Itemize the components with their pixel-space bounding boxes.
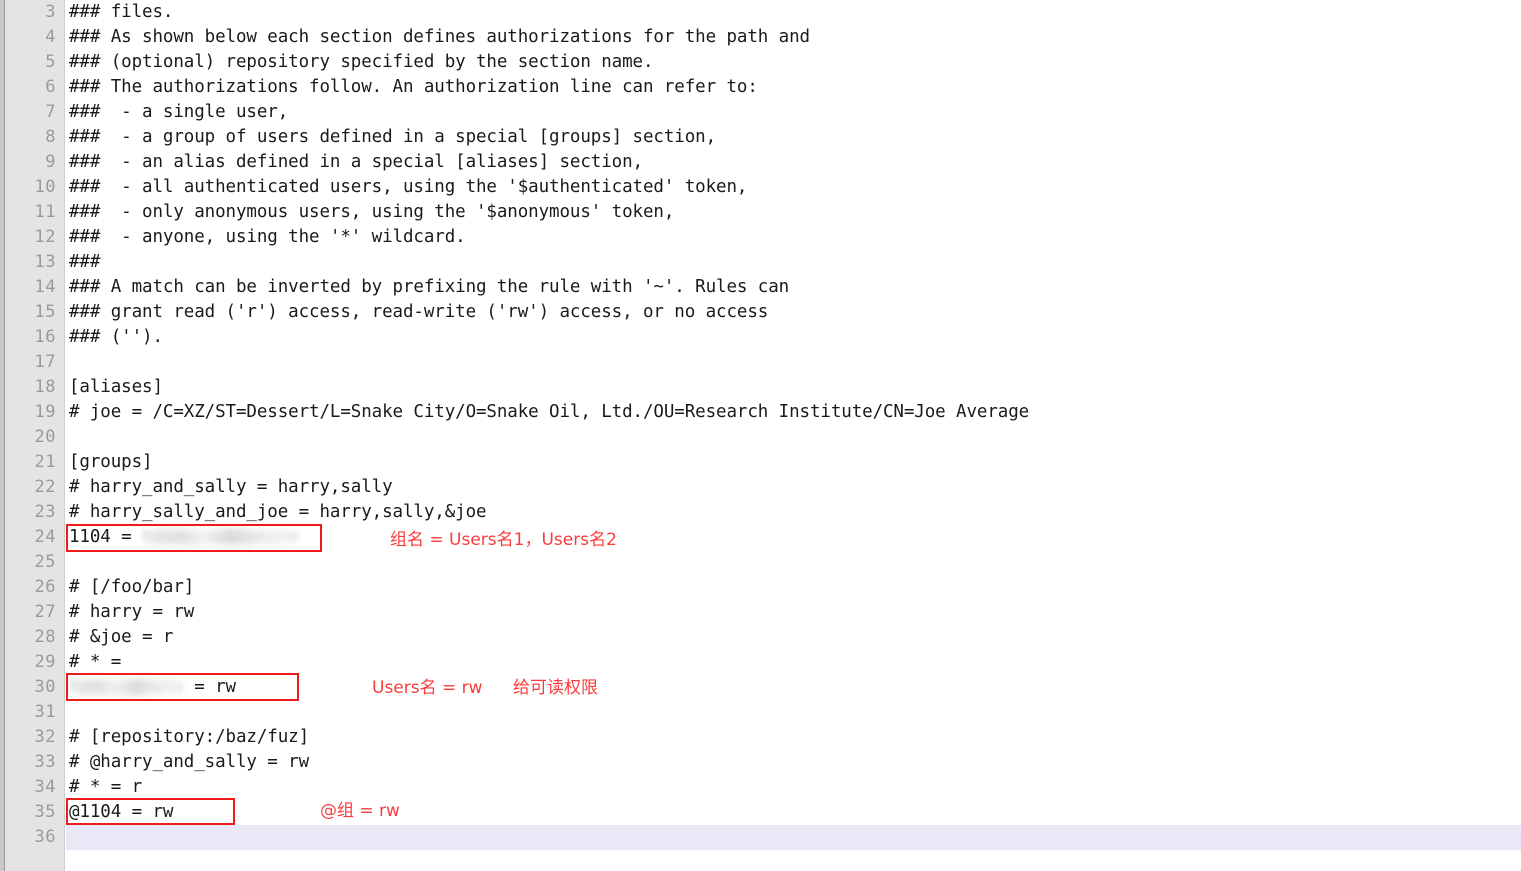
line-number: 8: [45, 127, 56, 147]
line-number: 7: [45, 102, 56, 122]
code-line[interactable]: ###: [66, 250, 1521, 275]
line-number: 27: [34, 602, 56, 622]
code-line[interactable]: ### - all authenticated users, using the…: [66, 175, 1521, 200]
code-line[interactable]: [66, 700, 1521, 725]
read-permission-annotation: 给可读权限: [513, 678, 598, 698]
code-line[interactable]: ### The authorizations follow. An author…: [66, 75, 1521, 100]
code-line[interactable]: # * =: [66, 650, 1521, 675]
code-line[interactable]: [66, 425, 1521, 450]
code-line-current[interactable]: [66, 825, 1521, 850]
line-number: 21: [34, 452, 56, 472]
line-number: 25: [34, 552, 56, 572]
line-number: 23: [34, 502, 56, 522]
line-number: 4: [45, 27, 56, 47]
code-text-suffix: = rw: [183, 677, 236, 697]
code-line[interactable]: [66, 350, 1521, 375]
line-number: 12: [34, 227, 56, 247]
line-number: 14: [34, 277, 56, 297]
line-number: 9: [45, 152, 56, 172]
line-number: 32: [34, 727, 56, 747]
line-number: 13: [34, 252, 56, 272]
redacted-username: harry,sallyname: [142, 525, 299, 550]
line-number: 18: [34, 377, 56, 397]
code-line[interactable]: ### - an alias defined in a special [ali…: [66, 150, 1521, 175]
code-line[interactable]: # harry_and_sally = harry,sally: [66, 475, 1521, 500]
code-line[interactable]: ### files.: [66, 0, 1521, 25]
line-number: 33: [34, 752, 56, 772]
code-line[interactable]: [66, 550, 1521, 575]
code-line[interactable]: ### - anyone, using the '*' wildcard.: [66, 225, 1521, 250]
line-number: 3: [45, 2, 56, 22]
code-line[interactable]: ### ('').: [66, 325, 1521, 350]
line-number: 19: [34, 402, 56, 422]
redacted-username: harry_jname: [69, 675, 184, 700]
line-number: 20: [34, 427, 56, 447]
code-line[interactable]: [groups]: [66, 450, 1521, 475]
code-line[interactable]: 1104 = harry,sallyname: [66, 525, 1521, 550]
line-number: 28: [34, 627, 56, 647]
user-permission-annotation: Users名 = rw: [372, 678, 483, 698]
line-number: 26: [34, 577, 56, 597]
line-number: 6: [45, 77, 56, 97]
code-line[interactable]: ### As shown below each section defines …: [66, 25, 1521, 50]
code-line[interactable]: # [repository:/baz/fuz]: [66, 725, 1521, 750]
line-number: 10: [34, 177, 56, 197]
line-number: 11: [34, 202, 56, 222]
code-line[interactable]: # * = r: [66, 775, 1521, 800]
line-number: 17: [34, 352, 56, 372]
code-line[interactable]: [aliases]: [66, 375, 1521, 400]
code-line[interactable]: ### A match can be inverted by prefixing…: [66, 275, 1521, 300]
line-number: 16: [34, 327, 56, 347]
line-number: 15: [34, 302, 56, 322]
line-number: 35: [34, 802, 56, 822]
code-line[interactable]: # @harry_and_sally = rw: [66, 750, 1521, 775]
group-name-annotation: 组名 = Users名1，Users名2: [390, 530, 617, 550]
code-line[interactable]: # [/foo/bar]: [66, 575, 1521, 600]
group-rw-annotation: @组 = rw: [320, 801, 400, 821]
code-line[interactable]: # harry = rw: [66, 600, 1521, 625]
line-number: 5: [45, 52, 56, 72]
code-line[interactable]: ### - a group of users defined in a spec…: [66, 125, 1521, 150]
line-number: 34: [34, 777, 56, 797]
code-line[interactable]: # harry_sally_and_joe = harry,sally,&joe: [66, 500, 1521, 525]
code-editor: 3 4 5 6 7 8 9 10 11 12 13 14 15 16 17 18 19 20 21 22 23 24 25 2…: [0, 0, 1521, 871]
line-number: 31: [34, 702, 56, 722]
code-line[interactable]: # &joe = r: [66, 625, 1521, 650]
line-number: 24: [34, 527, 56, 547]
line-number: 29: [34, 652, 56, 672]
code-text: 1104 =: [69, 527, 143, 547]
code-line[interactable]: ### grant read ('r') access, read-write …: [66, 300, 1521, 325]
code-line[interactable]: # joe = /C=XZ/ST=Dessert/L=Snake City/O=…: [66, 400, 1521, 425]
code-line[interactable]: ### - a single user,: [66, 100, 1521, 125]
line-number-gutter: 3 4 5 6 7 8 9 10 11 12 13 14 15 16 17 18 19 20 21 22 23 24 25 2…: [0, 0, 65, 871]
code-content-area[interactable]: ### files. ### As shown below each sectio…: [66, 0, 1521, 871]
code-line[interactable]: ### - only anonymous users, using the '$…: [66, 200, 1521, 225]
code-line[interactable]: @1104 = rw: [66, 800, 1521, 825]
line-number: 30: [34, 677, 56, 697]
code-line[interactable]: ### (optional) repository specified by t…: [66, 50, 1521, 75]
line-number: 36: [34, 827, 56, 847]
line-number: 22: [34, 477, 56, 497]
code-line[interactable]: harry_jname = rw: [66, 675, 1521, 700]
